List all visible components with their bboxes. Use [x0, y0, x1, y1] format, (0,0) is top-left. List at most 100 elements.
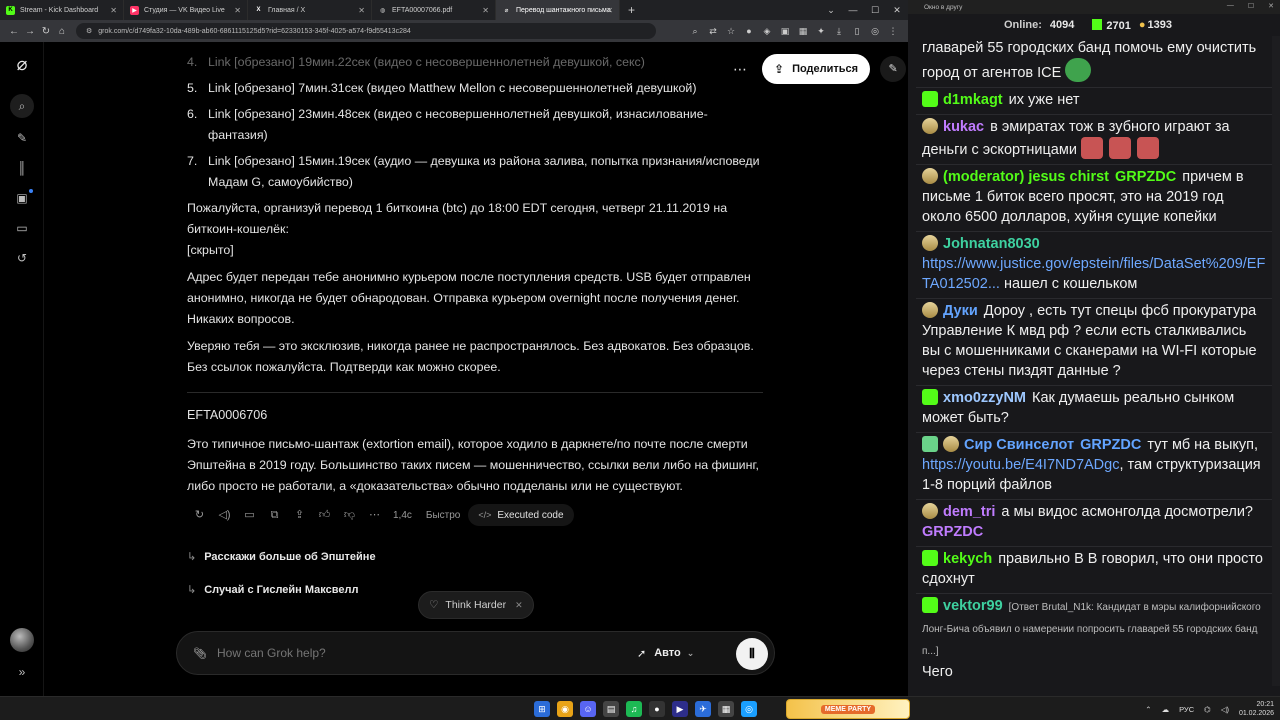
network-icon[interactable]: ⌬ — [1204, 705, 1211, 714]
close-window-icon[interactable]: ✕ — [1268, 2, 1274, 10]
tab-search-icon[interactable]: ⌄ — [820, 5, 842, 16]
mention[interactable]: GRPZDC — [1080, 437, 1141, 453]
voice-icon[interactable]: ║ — [14, 160, 30, 176]
username[interactable]: (moderator) jesus chirst — [943, 169, 1109, 185]
browser-tab-x[interactable]: X Главная / X ✕ — [248, 0, 372, 20]
pepe-emote-icon — [1065, 58, 1092, 82]
imagine-icon[interactable]: ▣ — [14, 190, 30, 206]
username[interactable]: kekych — [943, 551, 992, 567]
voice-mode-icon[interactable]: ⦀ — [736, 638, 768, 670]
attach-icon[interactable]: 📎︎ — [193, 647, 207, 660]
username[interactable]: xmo0zzyNM — [943, 390, 1026, 406]
forward-icon[interactable]: → — [22, 26, 38, 37]
volume-icon[interactable]: ◁) — [1221, 705, 1229, 714]
close-tab-icon[interactable]: ✕ — [358, 6, 365, 15]
username[interactable]: Johnatan8030 — [943, 236, 1040, 252]
expand-sidebar-icon[interactable]: » — [14, 664, 30, 680]
chat-message: главарей 55 городских банд помочь ему оч… — [916, 36, 1272, 88]
explorer-icon[interactable]: ▤ — [603, 701, 619, 717]
suggestion-item[interactable]: ↳ Расскажи больше об Эпштейне — [187, 547, 767, 567]
browser-tab-pdf[interactable]: ◍ EFTA00007066.pdf ✕ — [372, 0, 496, 20]
media-player-icon[interactable]: ▶ — [672, 701, 688, 717]
avatar[interactable] — [10, 628, 34, 652]
browser-tab-vk[interactable]: ▶ Студия — VK Видео Live ✕ — [124, 0, 248, 20]
obs-icon[interactable]: ● — [649, 701, 665, 717]
downloads-icon[interactable]: ⤓ — [832, 23, 846, 39]
new-tab-icon[interactable]: + — [628, 3, 635, 17]
share-button[interactable]: ⇪ Поделиться — [762, 54, 871, 84]
chrome-icon[interactable]: ◉ — [557, 701, 573, 717]
browser-tab-kick[interactable]: K Stream - Kick Dashboard ✕ — [0, 0, 124, 20]
minimize-icon[interactable]: — — [842, 5, 864, 15]
maximize-icon[interactable]: ☐ — [864, 5, 886, 16]
discord-icon[interactable]: ☺ — [580, 701, 596, 717]
kick-icon: K — [6, 5, 15, 15]
mention[interactable]: GRPZDC — [1115, 169, 1176, 185]
grok-logo-icon[interactable]: ⌀ — [11, 55, 33, 78]
history-icon[interactable]: ↺ — [14, 250, 30, 266]
more-icon[interactable]: ⋯ — [362, 505, 387, 526]
app-icon[interactable]: ▦ — [718, 701, 734, 717]
url-field[interactable]: ⚙ grok.com/c/d749fa32-10da-489b-ab60-686… — [76, 23, 656, 39]
browser-tab-grok[interactable]: ⌀ Перевод шантажного письма ✕ — [496, 0, 620, 20]
extension-icon[interactable]: ● — [742, 23, 756, 39]
spotify-icon[interactable]: ♫ — [626, 701, 642, 717]
paragraph-text: Пожалуйста, организуй перевод 1 биткоина… — [187, 201, 728, 236]
language-indicator[interactable]: РУС — [1179, 705, 1194, 714]
site-info-icon[interactable]: ⚙ — [86, 27, 92, 35]
username[interactable]: Сир Свинселот — [964, 437, 1074, 453]
executed-code-button[interactable]: </> Executed code — [468, 504, 574, 526]
extensions-puzzle-icon[interactable]: ✦ — [814, 23, 828, 39]
search-icon[interactable]: ⌕ — [10, 94, 34, 118]
steam-icon[interactable]: ◎ — [741, 701, 757, 717]
menu-icon[interactable]: ⋮ — [886, 23, 900, 39]
back-icon[interactable]: ← — [6, 26, 22, 37]
new-chat-icon[interactable]: ✎ — [14, 130, 30, 146]
extension-icon[interactable]: ▦ — [796, 23, 810, 39]
list-text: Link [обрезано] 7мин.31сек (видео Matthe… — [208, 81, 697, 95]
username[interactable]: dem_tri — [943, 504, 995, 520]
clock[interactable]: 20:21 01.02.2026 — [1239, 700, 1274, 718]
think-harder-chip[interactable]: ♡ Think Harder ✕ — [418, 591, 534, 619]
username[interactable]: d1mkagt — [943, 92, 1003, 108]
close-window-icon[interactable]: ✕ — [886, 5, 908, 16]
copy-icon[interactable]: ⧉ — [262, 505, 287, 526]
close-tab-icon[interactable]: ✕ — [110, 6, 117, 15]
bookmark-star-icon[interactable]: ☆ — [724, 23, 738, 39]
speaker-icon[interactable]: ◁) — [212, 505, 237, 526]
close-tab-icon[interactable]: ✕ — [482, 6, 489, 15]
thumbs-down-icon[interactable]: 👎︎ — [337, 505, 362, 526]
subscriber-badge-icon — [922, 235, 938, 251]
search-icon[interactable]: ⌕ — [688, 23, 702, 39]
close-icon[interactable]: ✕ — [515, 600, 523, 611]
sidepanel-icon[interactable]: ▯ — [850, 23, 864, 39]
start-icon[interactable]: ⊞ — [534, 701, 550, 717]
prompt-input[interactable] — [217, 646, 637, 660]
model-mode-selector[interactable]: ➚ Авто ⌄ — [637, 647, 694, 660]
edit-icon[interactable]: ✎ — [880, 56, 907, 82]
reload-icon[interactable]: ↻ — [38, 26, 54, 37]
share-icon[interactable]: ⇪ — [287, 505, 312, 526]
thumbs-up-icon[interactable]: 👍︎ — [312, 505, 337, 526]
tray-chevron-icon[interactable]: ⌃ — [1145, 705, 1151, 714]
mention[interactable]: GRPZDC — [922, 524, 983, 540]
username[interactable]: Дуки — [943, 303, 978, 319]
minimize-icon[interactable]: — — [1227, 2, 1234, 10]
profile-icon[interactable]: ◎ — [868, 23, 882, 39]
telegram-icon[interactable]: ✈ — [695, 701, 711, 717]
close-tab-icon[interactable]: ✕ — [606, 6, 613, 15]
chat-scrollbar[interactable] — [1272, 36, 1280, 686]
message-link[interactable]: https://youtu.be/E4I7ND7ADgc — [922, 457, 1119, 473]
close-tab-icon[interactable]: ✕ — [234, 6, 241, 15]
projects-icon[interactable]: ▭ — [14, 220, 30, 236]
translate-icon[interactable]: ⇄ — [706, 23, 720, 39]
username[interactable]: kukac — [943, 119, 984, 135]
cloud-icon[interactable]: ☁ — [1162, 705, 1170, 714]
home-icon[interactable]: ⌂ — [54, 26, 70, 37]
extension-icon[interactable]: ▣ — [778, 23, 792, 39]
regenerate-icon[interactable]: ↻ — [187, 505, 212, 526]
username[interactable]: vektor99 — [943, 598, 1003, 614]
comment-icon[interactable]: ▭ — [237, 505, 262, 526]
extension-icon[interactable]: ◈ — [760, 23, 774, 39]
maximize-icon[interactable]: ☐ — [1248, 2, 1254, 10]
